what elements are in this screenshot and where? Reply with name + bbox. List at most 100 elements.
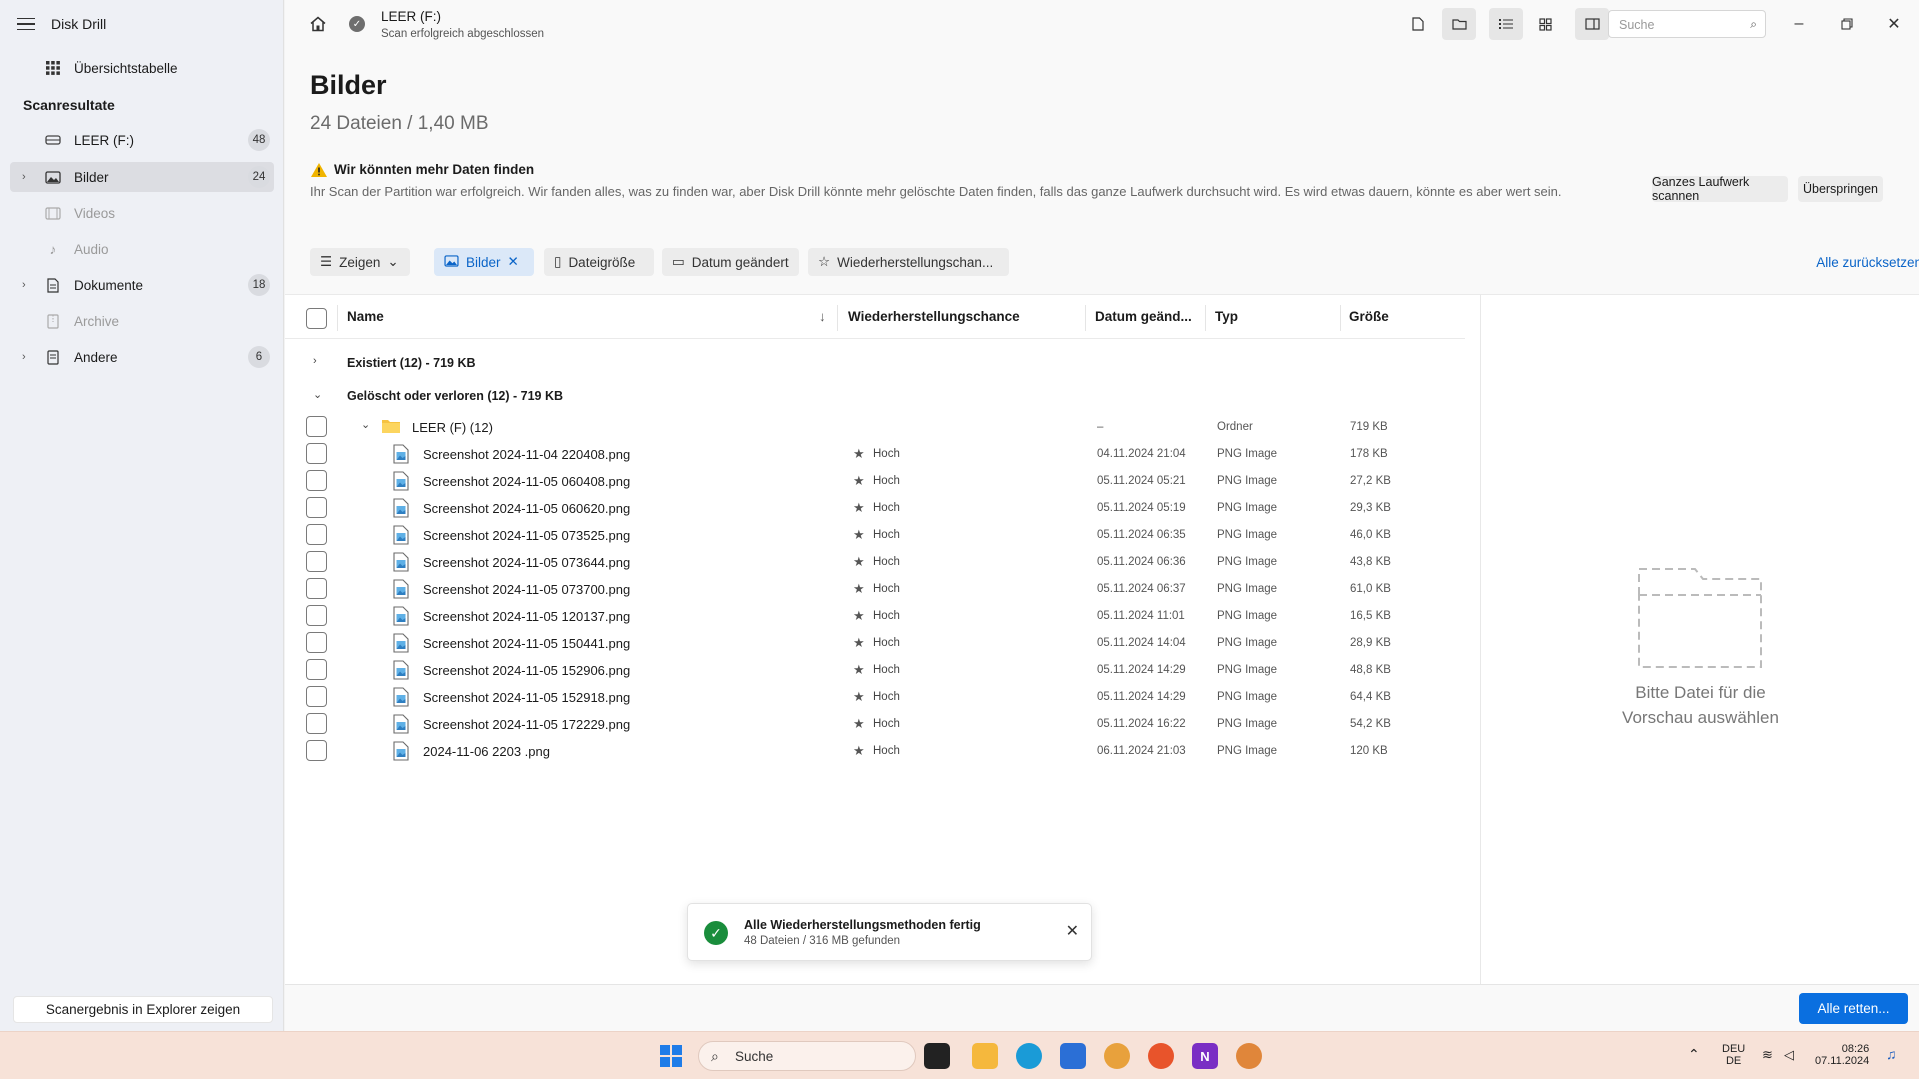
task-view-icon[interactable] (924, 1043, 950, 1069)
volume-icon[interactable]: ◁ (1784, 1047, 1794, 1063)
sidebar-item-archives[interactable]: Archive (10, 306, 274, 336)
show-in-explorer-button[interactable]: Scanergebnis in Explorer zeigen (13, 996, 273, 1023)
chevron-right-icon[interactable]: › (313, 355, 317, 367)
sidebar-item-audio[interactable]: ♪ Audio (10, 234, 274, 264)
home-icon[interactable] (309, 15, 327, 33)
recover-all-button[interactable]: Alle retten... (1799, 993, 1908, 1024)
clock[interactable]: 08:26 07.11.2024 (1815, 1043, 1869, 1067)
reset-all-link[interactable]: Alle zurücksetzen (1816, 255, 1919, 270)
skip-button[interactable]: Überspringen (1798, 176, 1883, 202)
menu-icon[interactable] (17, 17, 35, 31)
row-checkbox[interactable] (306, 524, 327, 545)
row-checkbox[interactable] (306, 713, 327, 734)
chevron-right-icon[interactable]: › (22, 279, 32, 291)
store-icon[interactable] (1060, 1043, 1086, 1069)
row-checkbox[interactable] (306, 632, 327, 653)
preview-placeholder-icon (1635, 565, 1765, 671)
disk-drill-taskbar-icon[interactable] (1104, 1043, 1130, 1069)
notice-text: Ihr Scan der Partition war erfolgreich. … (310, 184, 1562, 199)
row-checkbox[interactable] (306, 605, 327, 626)
folder-view-icon[interactable] (1442, 8, 1476, 40)
row-checkbox[interactable] (306, 659, 327, 680)
notification-bell-icon[interactable]: ♫ (1886, 1046, 1897, 1062)
table-row[interactable]: Screenshot 2024-11-05 060620.png ★ Hoch 05.… (285, 495, 1465, 522)
row-checkbox[interactable] (306, 740, 327, 761)
remove-filter-icon[interactable]: ✕ (508, 254, 519, 270)
row-checkbox[interactable] (306, 686, 327, 707)
language-indicator[interactable]: DEU DE (1722, 1043, 1745, 1067)
table-row[interactable]: Screenshot 2024-11-05 073525.png ★ Hoch 05.… (285, 522, 1465, 549)
taskbar-search[interactable]: ⌕ Suche (698, 1041, 916, 1071)
document-icon (44, 277, 62, 293)
chevron-right-icon[interactable]: › (22, 171, 32, 183)
column-name[interactable]: Name (347, 309, 384, 324)
cell-filename: Screenshot 2024-11-05 073525.png (423, 528, 631, 543)
drive-name: LEER (F:) (381, 9, 442, 24)
onenote-icon[interactable]: N (1192, 1043, 1218, 1069)
folder-row[interactable]: ⌄ LEER (F) (12) – Ordner 719 KB (285, 414, 1465, 441)
wifi-icon[interactable]: ≋ (1762, 1047, 1773, 1063)
scan-entire-drive-button[interactable]: Ganzes Laufwerk scannen (1652, 175, 1788, 203)
row-checkbox[interactable] (306, 470, 327, 491)
preview-pane-icon[interactable] (1575, 8, 1609, 40)
list-view-icon[interactable] (1489, 8, 1523, 40)
table-row[interactable]: Screenshot 2024-11-05 060408.png ★ Hoch 05.… (285, 468, 1465, 495)
sidebar-item-other[interactable]: › Andere 6 (10, 342, 274, 372)
table-row[interactable]: Screenshot 2024-11-05 073644.png ★ Hoch 05.… (285, 549, 1465, 576)
app-avatar-icon[interactable] (1236, 1043, 1262, 1069)
select-all-checkbox[interactable] (306, 308, 327, 329)
show-filter-button[interactable]: ☰ Zeigen ⌄ (310, 248, 410, 276)
column-date-changed[interactable]: Datum geänd... (1095, 309, 1192, 324)
restore-icon[interactable] (1835, 12, 1859, 36)
firefox-icon[interactable] (1148, 1043, 1174, 1069)
minimize-icon[interactable]: – (1787, 12, 1811, 36)
chevron-down-icon[interactable]: ⌄ (313, 388, 322, 401)
group-existing[interactable]: › Existiert (12) - 719 KB (285, 350, 1465, 376)
row-checkbox[interactable] (306, 443, 327, 464)
row-checkbox[interactable] (306, 416, 327, 437)
chevron-up-icon[interactable]: ⌃ (1688, 1046, 1700, 1063)
file-view-icon[interactable] (1401, 8, 1435, 40)
close-icon[interactable]: ✕ (1066, 921, 1079, 941)
row-checkbox[interactable] (306, 497, 327, 518)
column-type[interactable]: Typ (1215, 309, 1238, 324)
column-recovery-chance[interactable]: Wiederherstellungschance (848, 309, 1020, 324)
table-row[interactable]: Screenshot 2024-11-05 073700.png ★ Hoch 05.… (285, 576, 1465, 603)
sidebar-item-overview[interactable]: Übersichtstabelle (10, 53, 274, 83)
filesize-filter-button[interactable]: ▯ Dateigröße (544, 248, 654, 276)
group-deleted[interactable]: ⌄ Gelöscht oder verloren (12) - 719 KB (285, 383, 1465, 409)
grid-view-icon[interactable] (1528, 8, 1562, 40)
search-input[interactable]: Suche ⌕ (1608, 10, 1766, 38)
column-size[interactable]: Größe (1349, 309, 1389, 324)
sidebar-item-videos[interactable]: Videos (10, 198, 274, 228)
chevron-right-icon[interactable]: › (22, 351, 32, 363)
chevron-down-icon[interactable]: ⌄ (361, 418, 370, 431)
star-icon: ★ (853, 743, 865, 758)
table-row[interactable]: Screenshot 2024-11-05 172229.png ★ Hoch 05.… (285, 711, 1465, 738)
row-checkbox[interactable] (306, 551, 327, 572)
images-filter-chip[interactable]: Bilder ✕ (434, 248, 534, 276)
cell-date: 05.11.2024 06:36 (1097, 556, 1186, 568)
sidebar-item-documents[interactable]: › Dokumente 18 (10, 270, 274, 300)
date-filter-button[interactable]: ▭ Datum geändert (662, 248, 799, 276)
sort-desc-icon[interactable]: ↓ (819, 309, 826, 324)
group-label: Gelöscht oder verloren (12) - 719 KB (347, 389, 564, 403)
edge-browser-icon[interactable] (1016, 1043, 1042, 1069)
sidebar-item-label: Andere (74, 349, 118, 365)
table-row[interactable]: Screenshot 2024-11-05 152906.png ★ Hoch 05.… (285, 657, 1465, 684)
sidebar-item-drive[interactable]: LEER (F:) 48 (10, 125, 274, 155)
recovery-chance-filter-button[interactable]: ☆ Wiederherstellungschan... (808, 248, 1009, 276)
table-row[interactable]: Screenshot 2024-11-05 152918.png ★ Hoch 05.… (285, 684, 1465, 711)
windows-start-icon[interactable] (660, 1045, 682, 1067)
sidebar-item-images[interactable]: › Bilder 24 (10, 162, 274, 192)
table-row[interactable]: Screenshot 2024-11-04 220408.png ★ Hoch 04.… (285, 441, 1465, 468)
table-row[interactable]: Screenshot 2024-11-05 150441.png ★ Hoch 05.… (285, 630, 1465, 657)
close-icon[interactable]: ✕ (1882, 12, 1906, 36)
cell-size: 43,8 KB (1350, 556, 1391, 568)
table-row[interactable]: 2024-11-06 2203 .png ★ Hoch 06.11.2024 21:0… (285, 738, 1465, 765)
table-row[interactable]: Screenshot 2024-11-05 120137.png ★ Hoch 05.… (285, 603, 1465, 630)
row-checkbox[interactable] (306, 578, 327, 599)
calendar-icon: ▭ (672, 254, 685, 269)
cell-size: 120 KB (1350, 745, 1388, 757)
file-explorer-icon[interactable] (972, 1043, 998, 1069)
